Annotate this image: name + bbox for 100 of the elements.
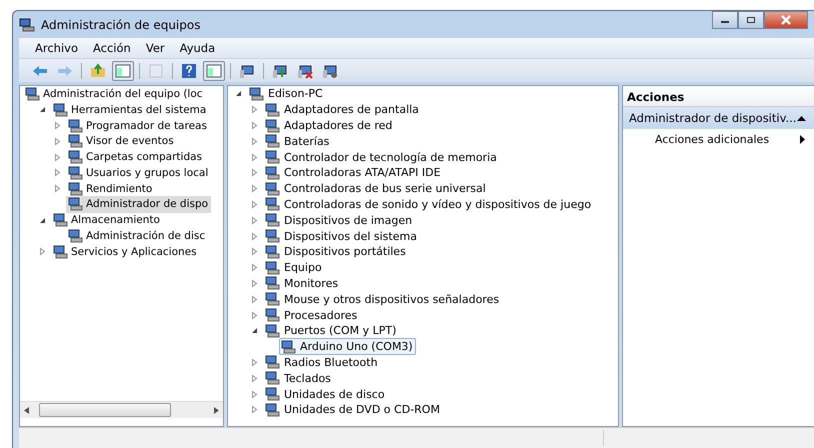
computer-icon xyxy=(68,118,83,132)
expand-arrow-icon[interactable] xyxy=(250,200,259,209)
computer-icon xyxy=(265,276,280,290)
computer-icon xyxy=(265,387,280,402)
computer-icon xyxy=(25,86,40,101)
minimize-button[interactable] xyxy=(712,11,738,29)
computer-icon xyxy=(53,213,68,228)
expand-arrow-icon[interactable] xyxy=(53,152,62,162)
device-item[interactable]: Adaptadores de pantalla xyxy=(263,101,422,118)
menu-item[interactable]: Archivo xyxy=(35,41,78,55)
device-item[interactable]: Unidades de DVD o CD-ROM xyxy=(263,401,443,418)
computer-icon xyxy=(68,197,83,212)
expand-arrow-icon[interactable] xyxy=(250,216,259,225)
tree-item[interactable]: Carpetas compartidas xyxy=(66,148,206,166)
scroll-right-icon[interactable] xyxy=(214,406,219,414)
menu-item[interactable]: Ver xyxy=(146,41,165,55)
device-item[interactable]: Arduino Uno (COM3) xyxy=(279,338,416,356)
computer-icon xyxy=(265,308,280,322)
scroll-left-icon[interactable] xyxy=(24,406,29,414)
menu-item[interactable]: Acción xyxy=(93,41,131,55)
expand-arrow-icon[interactable] xyxy=(250,184,259,194)
expand-arrow-icon[interactable] xyxy=(250,105,259,114)
device-item[interactable]: Procesadores xyxy=(263,306,360,324)
computer-icon xyxy=(53,102,68,117)
device-item[interactable]: Controlador de tecnología de memoria xyxy=(263,148,500,166)
action-link[interactable]: Acciones adicionales xyxy=(623,129,814,150)
computer-icon xyxy=(68,150,83,164)
tree-item[interactable]: Rendimiento xyxy=(66,180,156,198)
expand-arrow-icon[interactable] xyxy=(250,374,259,383)
menu-item[interactable]: Ayuda xyxy=(180,41,216,55)
computer-icon xyxy=(265,197,280,212)
device-item[interactable]: Equipo xyxy=(263,259,325,276)
computer-icon xyxy=(265,402,280,417)
tree-item[interactable]: Herramientas del sistema xyxy=(51,101,210,118)
caret-icon xyxy=(800,135,806,144)
maximize-button[interactable] xyxy=(738,11,764,29)
computer-icon xyxy=(265,292,280,306)
device-item[interactable]: Edison-PC xyxy=(247,85,326,102)
device-item[interactable]: Dispositivos portátiles xyxy=(263,243,409,260)
computer-icon xyxy=(265,355,280,370)
computer-icon xyxy=(281,340,296,354)
computer-icon xyxy=(68,229,83,244)
collapse-arrow-icon[interactable] xyxy=(38,216,47,225)
panel-icon[interactable] xyxy=(112,60,134,80)
actions-section-header[interactable]: Administrador de dispositiv... xyxy=(623,107,814,129)
device-item[interactable]: Baterías xyxy=(263,132,332,150)
device-item[interactable]: Teclados xyxy=(263,370,334,387)
tree-item[interactable]: Servicios y Aplicaciones xyxy=(51,243,200,260)
tree-item[interactable]: Programador de tareas xyxy=(66,117,210,134)
expand-arrow-icon[interactable] xyxy=(250,247,259,256)
tree-item[interactable]: Almacenamiento xyxy=(51,212,163,229)
computer-icon xyxy=(265,118,280,132)
device-item[interactable]: Dispositivos de imagen xyxy=(263,212,416,229)
device-item[interactable]: Adaptadores de red xyxy=(263,117,396,134)
expand-arrow-icon[interactable] xyxy=(53,120,62,130)
expand-arrow-icon[interactable] xyxy=(53,136,62,146)
computer-icon xyxy=(265,150,280,164)
device-item[interactable]: Radios Bluetooth xyxy=(263,354,381,371)
expand-arrow-icon[interactable] xyxy=(250,278,259,288)
expand-arrow-icon[interactable] xyxy=(250,405,259,414)
expand-arrow-icon[interactable] xyxy=(250,263,259,272)
computer-icon xyxy=(68,166,83,180)
tree-item[interactable]: Administración del equipo (loc xyxy=(23,86,206,102)
tree-item[interactable]: Administrador de dispo xyxy=(66,196,212,213)
close-icon xyxy=(780,15,792,25)
expand-arrow-icon[interactable] xyxy=(53,184,62,194)
device-item[interactable]: Puertos (COM y LPT) xyxy=(263,322,400,340)
computer-icon xyxy=(265,213,280,228)
computer-icon xyxy=(265,229,280,244)
device-item[interactable]: Controladoras ATA/ATAPI IDE xyxy=(263,164,444,182)
expand-arrow-icon[interactable] xyxy=(250,168,259,178)
expand-arrow-icon[interactable] xyxy=(250,358,259,367)
expand-arrow-icon[interactable] xyxy=(38,247,47,256)
expand-arrow-icon[interactable] xyxy=(250,136,259,146)
collapse-arrow-icon[interactable] xyxy=(38,105,47,114)
horizontal-scrollbar[interactable] xyxy=(20,401,223,418)
computer-icon xyxy=(265,134,280,148)
device-item[interactable]: Monitores xyxy=(263,274,342,292)
device-item[interactable]: Controladoras de bus serie universal xyxy=(263,180,489,198)
computer-icon xyxy=(265,244,280,259)
tree-item[interactable]: Administración de disc xyxy=(66,228,208,245)
expand-arrow-icon[interactable] xyxy=(250,390,259,399)
tree-item[interactable]: Usuarios y grupos local xyxy=(66,164,212,182)
collapse-arrow-icon[interactable] xyxy=(250,326,259,336)
device-item[interactable]: Dispositivos del sistema xyxy=(263,228,420,245)
expand-arrow-icon[interactable] xyxy=(250,232,259,241)
collapse-arrow-icon[interactable] xyxy=(234,89,243,98)
expand-arrow-icon[interactable] xyxy=(250,310,259,320)
device-item[interactable]: Controladoras de sonido y vídeo y dispositivos de juego xyxy=(263,196,594,213)
device-item[interactable]: Unidades de disco xyxy=(263,386,388,403)
close-button[interactable] xyxy=(764,11,808,29)
computer-icon xyxy=(265,324,280,338)
device-item[interactable]: Mouse y otros dispositivos señaladores xyxy=(263,290,502,308)
expand-arrow-icon[interactable] xyxy=(53,168,62,178)
tree-item[interactable]: Visor de eventos xyxy=(66,132,177,150)
expand-arrow-icon[interactable] xyxy=(250,120,259,130)
expand-arrow-icon[interactable] xyxy=(250,294,259,304)
computer-icon xyxy=(265,260,280,275)
expand-arrow-icon[interactable] xyxy=(250,152,259,162)
panel-icon[interactable] xyxy=(203,60,225,80)
